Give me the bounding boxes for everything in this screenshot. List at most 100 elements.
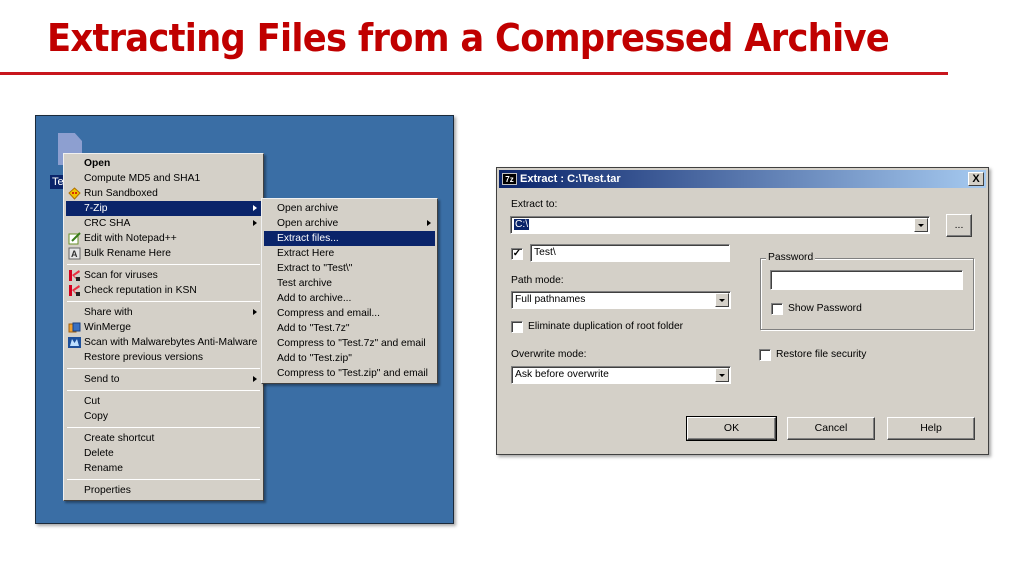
restore-security-checkbox[interactable] (759, 349, 771, 361)
menu-item-scan-with-malwarebytes-anti-malware[interactable]: Scan with Malwarebytes Anti-Malware (66, 335, 261, 350)
path-mode-select[interactable]: Full pathnames (511, 291, 731, 309)
menu-item-add-to-test-7z[interactable]: Add to "Test.7z" (264, 321, 435, 336)
menu-item-copy[interactable]: Copy (66, 409, 261, 424)
menu-item-cut[interactable]: Cut (66, 394, 261, 409)
menu-item-label: Cut (84, 396, 101, 407)
menu-item-label: Restore previous versions (84, 352, 204, 363)
menu-item-label: Run Sandboxed (84, 188, 158, 199)
menu-item-send-to[interactable]: Send to (66, 372, 261, 387)
ok-button[interactable]: OK (686, 416, 777, 441)
menu-separator (67, 427, 260, 428)
menu-item-label: Check reputation in KSN (84, 285, 197, 296)
menu-item-create-shortcut[interactable]: Create shortcut (66, 431, 261, 446)
menu-item-label: CRC SHA (84, 218, 131, 229)
menu-item-share-with[interactable]: Share with (66, 305, 261, 320)
password-input[interactable] (770, 270, 963, 290)
menu-item-compress-and-email[interactable]: Compress and email... (264, 306, 435, 321)
menu-item-label: Extract files... (277, 233, 339, 244)
close-button[interactable]: X (968, 172, 984, 186)
title-underline (0, 72, 948, 75)
path-mode-value: Full pathnames (515, 294, 586, 305)
menu-item-label: Open archive (277, 218, 339, 229)
menu-item-test-archive[interactable]: Test archive (264, 276, 435, 291)
menu-item-label: Share with (84, 307, 133, 318)
menu-item-label: Edit with Notepad++ (84, 233, 177, 244)
menu-item-delete[interactable]: Delete (66, 446, 261, 461)
menu-item-label: Compress and email... (277, 308, 381, 319)
dialog-titlebar[interactable]: 7z Extract : C:\Test.tar X (499, 170, 986, 188)
chevron-right-icon (253, 376, 257, 382)
menu-item-label: Scan for viruses (84, 270, 158, 281)
dialog-title: Extract : C:\Test.tar (520, 173, 621, 185)
chevron-down-icon[interactable] (715, 368, 729, 382)
extract-dialog: 7z Extract : C:\Test.tar X Extract to: C… (496, 167, 989, 455)
menu-item-extract-to-test[interactable]: Extract to "Test\" (264, 261, 435, 276)
menu-item-scan-for-viruses[interactable]: Scan for viruses (66, 268, 261, 283)
menu-item-label: Compute MD5 and SHA1 (84, 173, 201, 184)
menu-item-edit-with-notepad[interactable]: Edit with Notepad++ (66, 231, 261, 246)
menu-item-compress-to-test-zip-and-email[interactable]: Compress to "Test.zip" and email (264, 366, 435, 381)
menu-item-crc-sha[interactable]: CRC SHA (66, 216, 261, 231)
extract-to-label: Extract to: (511, 199, 558, 210)
menu-item-label: Delete (84, 448, 114, 459)
menu-item-label: Scan with Malwarebytes Anti-Malware (84, 337, 258, 348)
menu-separator (67, 368, 260, 369)
password-group-label: Password (766, 252, 816, 263)
menu-item-label: Copy (84, 411, 109, 422)
chevron-down-icon[interactable] (914, 218, 928, 232)
menu-item-check-reputation-in-ksn[interactable]: Check reputation in KSN (66, 283, 261, 298)
winmerge-icon (68, 321, 81, 334)
menu-item-properties[interactable]: Properties (66, 483, 261, 498)
password-group: Password Show Password (760, 252, 974, 330)
menu-item-rename[interactable]: Rename (66, 461, 261, 476)
menu-item-label: Properties (84, 485, 131, 496)
kaspersky-icon (68, 269, 81, 282)
browse-button[interactable]: ... (946, 214, 972, 237)
menu-item-bulk-rename-here[interactable]: A Bulk Rename Here (66, 246, 261, 261)
menu-separator (67, 390, 260, 391)
overwrite-mode-select[interactable]: Ask before overwrite (511, 366, 731, 384)
chevron-down-icon[interactable] (715, 293, 729, 307)
eliminate-duplication-checkbox[interactable] (511, 321, 523, 333)
subfolder-input[interactable]: Test\ (530, 244, 730, 262)
menu-item-label: Extract to "Test\" (277, 263, 353, 274)
menu-item-label: Compress to "Test.7z" and email (277, 338, 426, 349)
help-button[interactable]: Help (887, 417, 975, 440)
svg-text:A: A (71, 249, 78, 259)
menu-item-run-sandboxed[interactable]: Run Sandboxed (66, 186, 261, 201)
menu-item-label: WinMerge (84, 322, 131, 333)
menu-item-open-archive[interactable]: Open archive (264, 201, 435, 216)
show-password-checkbox[interactable] (771, 303, 783, 315)
extract-to-value: C:\ (514, 219, 530, 230)
menu-item-open-archive[interactable]: Open archive (264, 216, 435, 231)
menu-item-label: Open (84, 158, 111, 169)
extract-to-combobox[interactable]: C:\ (510, 216, 930, 234)
chevron-right-icon (253, 205, 257, 211)
bulk-rename-icon: A (68, 247, 81, 260)
chevron-right-icon (253, 220, 257, 226)
path-mode-label: Path mode: (511, 275, 564, 286)
menu-item-compute-md5-and-sha1[interactable]: Compute MD5 and SHA1 (66, 171, 261, 186)
sandboxie-icon (68, 187, 81, 200)
menu-item-extract-files[interactable]: Extract files... (264, 231, 435, 246)
menu-item-add-to-archive[interactable]: Add to archive... (264, 291, 435, 306)
malwarebytes-icon (68, 336, 81, 349)
menu-item-extract-here[interactable]: Extract Here (264, 246, 435, 261)
menu-item-label: Add to "Test.7z" (277, 323, 350, 334)
cancel-button[interactable]: Cancel (787, 417, 875, 440)
menu-item-label: Open archive (277, 203, 339, 214)
chevron-right-icon (253, 309, 257, 315)
menu-item-winmerge[interactable]: WinMerge (66, 320, 261, 335)
notepad-plus-plus-icon (68, 232, 81, 245)
menu-item-add-to-test-zip[interactable]: Add to "Test.zip" (264, 351, 435, 366)
subfolder-checkbox[interactable]: ✓ (511, 248, 523, 260)
menu-item-restore-previous-versions[interactable]: Restore previous versions (66, 350, 261, 365)
menu-item-7-zip[interactable]: 7-Zip (66, 201, 261, 216)
show-password-label: Show Password (788, 303, 862, 314)
eliminate-duplication-label: Eliminate duplication of root folder (528, 321, 684, 332)
chevron-right-icon (427, 220, 431, 226)
7zip-app-icon: 7z (502, 173, 517, 185)
menu-item-compress-to-test-7z-and-email[interactable]: Compress to "Test.7z" and email (264, 336, 435, 351)
menu-item-open[interactable]: Open (66, 156, 261, 171)
menu-item-label: Rename (84, 463, 123, 474)
